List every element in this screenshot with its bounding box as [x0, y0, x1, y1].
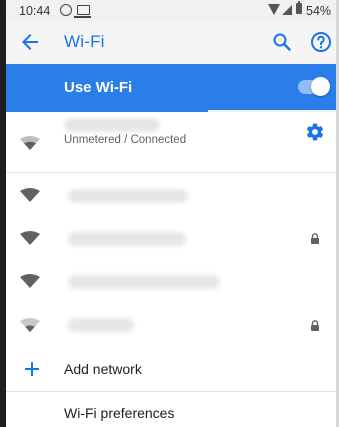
wifi-signal-icon	[268, 4, 280, 15]
wifi-preferences-row[interactable]: Wi-Fi preferences	[6, 392, 336, 427]
network-row[interactable]	[6, 260, 336, 302]
network-row[interactable]	[6, 302, 336, 348]
search-icon[interactable]	[270, 30, 294, 54]
network-name-redacted	[68, 318, 134, 332]
lock-icon	[311, 320, 319, 331]
network-row[interactable]	[6, 218, 336, 260]
plus-icon	[25, 362, 39, 376]
network-name-redacted	[64, 118, 160, 132]
wifi-signal-icon	[20, 231, 40, 245]
wifi-signal-icon	[20, 136, 40, 150]
add-network-label: Add network	[64, 361, 142, 377]
help-icon[interactable]	[309, 30, 333, 54]
status-time: 10:44	[19, 4, 51, 18]
wifi-signal-weak-icon	[20, 318, 40, 332]
wifi-signal-icon	[20, 274, 40, 288]
network-name-redacted	[68, 275, 220, 289]
wifi-signal-icon	[20, 188, 40, 202]
app-toolbar: Wi-Fi	[6, 22, 336, 64]
use-wifi-bar[interactable]: Use Wi-Fi	[6, 64, 336, 112]
use-wifi-label: Use Wi-Fi	[64, 79, 133, 96]
battery-icon	[296, 1, 302, 14]
connection-status: Unmetered / Connected	[64, 134, 187, 146]
network-name-redacted	[68, 232, 186, 246]
back-arrow-icon[interactable]	[18, 30, 42, 54]
page-title: Wi-Fi	[64, 32, 105, 51]
add-network-row[interactable]: Add network	[6, 348, 336, 390]
wifi-toggle[interactable]	[298, 77, 330, 96]
cell-signal-icon	[282, 5, 292, 15]
lock-icon	[311, 233, 319, 244]
toggle-knob	[311, 77, 330, 96]
gear-icon[interactable]	[305, 122, 325, 142]
battery-percent: 54%	[306, 4, 332, 18]
wifi-settings-screen: 10:44 54% Wi-Fi Use Wi-Fi Unmetered / Co…	[6, 0, 336, 427]
network-name-redacted	[68, 189, 188, 203]
wifi-preferences-label: Wi-Fi preferences	[64, 405, 175, 421]
divider	[6, 172, 336, 173]
status-bar: 10:44 54%	[6, 0, 336, 22]
whatsapp-icon	[60, 4, 72, 16]
laptop-icon	[74, 5, 91, 18]
network-row[interactable]	[6, 176, 336, 218]
connected-network-row[interactable]: Unmetered / Connected	[6, 112, 336, 172]
